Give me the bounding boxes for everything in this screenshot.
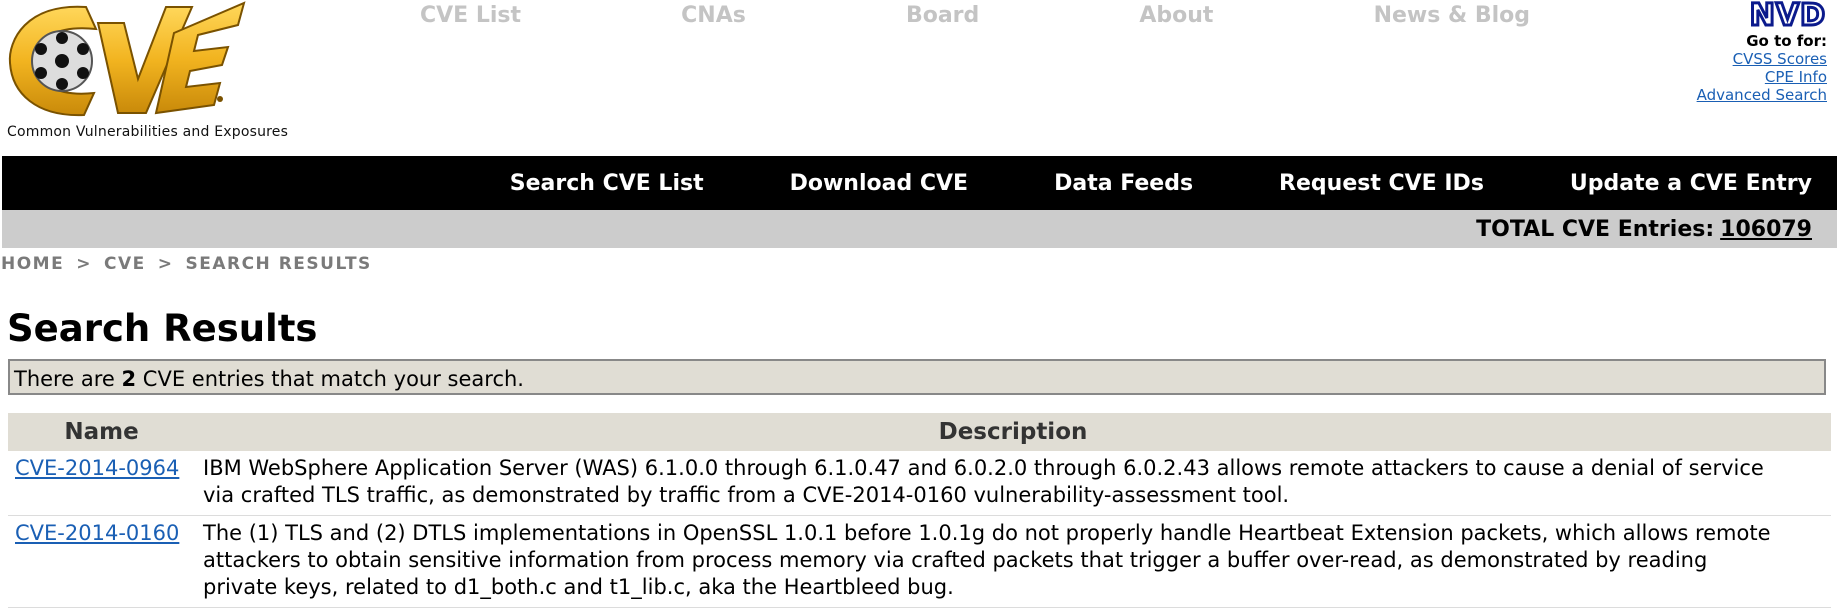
match-prefix: There are xyxy=(14,367,115,391)
table-row: CVE-2014-0160 The (1) TLS and (2) DTLS i… xyxy=(8,515,1831,608)
top-nav: CVE List CNAs Board About News & Blog xyxy=(420,0,1530,30)
cve-description: IBM WebSphere Application Server (WAS) 6… xyxy=(195,451,1831,516)
breadcrumb-separator: > xyxy=(157,254,174,274)
breadcrumb: HOME > CVE > SEARCH RESULTS xyxy=(1,254,372,274)
site-header: Common Vulnerabilities and Exposures CVE… xyxy=(0,0,1837,156)
total-entries-bar: TOTAL CVE Entries: 106079 xyxy=(2,210,1837,248)
goto-label: Go to for: xyxy=(1746,32,1827,50)
nav-board[interactable]: Board xyxy=(906,3,979,28)
advanced-search-link[interactable]: Advanced Search xyxy=(1627,86,1827,104)
nav-cve-list[interactable]: CVE List xyxy=(420,3,521,28)
table-header-row: Name Description xyxy=(8,413,1831,451)
column-header-description: Description xyxy=(195,413,1831,451)
cve-id-cell: CVE-2014-0160 xyxy=(8,515,195,608)
menu-request-cve-ids[interactable]: Request CVE IDs xyxy=(1279,171,1484,196)
cvss-scores-link[interactable]: CVSS Scores xyxy=(1627,50,1827,68)
nvd-logo[interactable]: NVD xyxy=(1709,0,1827,28)
breadcrumb-home[interactable]: HOME xyxy=(1,254,64,274)
match-count: 2 xyxy=(121,367,137,391)
cve-description: The (1) TLS and (2) DTLS implementations… xyxy=(195,515,1831,608)
nav-cnas[interactable]: CNAs xyxy=(681,3,746,28)
menu-data-feeds[interactable]: Data Feeds xyxy=(1054,171,1193,196)
menu-update-cve-entry[interactable]: Update a CVE Entry xyxy=(1570,171,1812,196)
main-menu-bar: Search CVE List Download CVE Data Feeds … xyxy=(2,156,1837,210)
cpe-info-link[interactable]: CPE Info xyxy=(1627,68,1827,86)
match-summary: There are 2 CVE entries that match your … xyxy=(8,359,1826,395)
page-title: Search Results xyxy=(7,307,318,350)
nvd-logo-text: NVD xyxy=(1750,0,1826,28)
breadcrumb-cve[interactable]: CVE xyxy=(104,254,146,274)
breadcrumb-search-results: SEARCH RESULTS xyxy=(185,254,372,274)
menu-download-cve[interactable]: Download CVE xyxy=(790,171,968,196)
column-header-name: Name xyxy=(8,413,195,451)
cve-id-link[interactable]: CVE-2014-0160 xyxy=(15,521,179,545)
logo-caption: Common Vulnerabilities and Exposures xyxy=(7,124,289,140)
menu-search-cve-list[interactable]: Search CVE List xyxy=(510,171,704,196)
match-suffix: CVE entries that match your search. xyxy=(142,367,524,391)
total-entries-count[interactable]: 106079 xyxy=(1720,217,1812,242)
cve-id-cell: CVE-2014-0964 xyxy=(8,451,195,516)
total-entries-label: TOTAL CVE Entries: xyxy=(1476,216,1715,242)
nav-about[interactable]: About xyxy=(1139,3,1213,28)
nvd-panel: NVD Go to for: CVSS Scores CPE Info Adva… xyxy=(1627,0,1827,104)
results-table: Name Description CVE-2014-0964 IBM WebSp… xyxy=(8,413,1831,608)
table-row: CVE-2014-0964 IBM WebSphere Application … xyxy=(8,451,1831,516)
nav-news-blog[interactable]: News & Blog xyxy=(1374,3,1530,28)
cve-logo[interactable] xyxy=(6,1,246,119)
breadcrumb-separator: > xyxy=(76,254,92,274)
cve-id-link[interactable]: CVE-2014-0964 xyxy=(15,456,179,480)
nvd-links: CVSS Scores CPE Info Advanced Search xyxy=(1627,50,1827,104)
